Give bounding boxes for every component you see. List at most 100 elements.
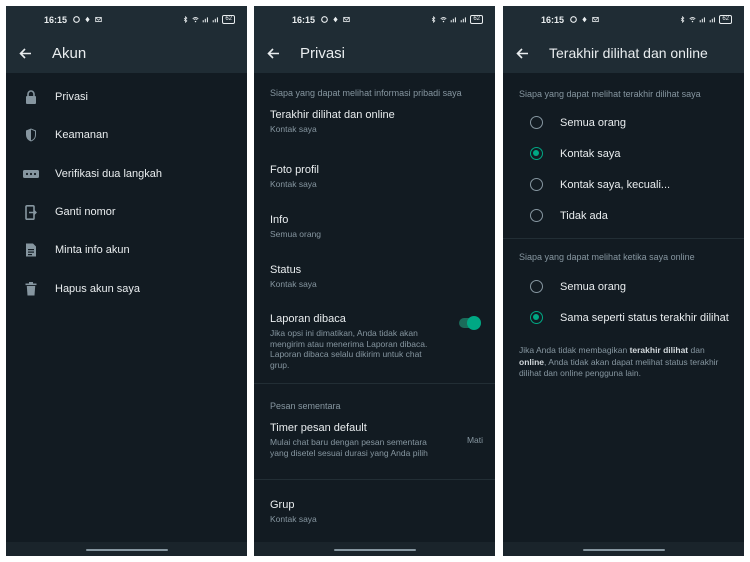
status-time: 16:15 bbox=[541, 14, 565, 25]
battery-indicator: 62 bbox=[470, 15, 483, 24]
back-arrow-icon[interactable] bbox=[19, 46, 35, 60]
home-gesture-bar[interactable] bbox=[333, 548, 416, 551]
note-bold: terakhir dilihat bbox=[629, 345, 689, 355]
item-subtitle: Kontak saya bbox=[270, 124, 317, 134]
trash-icon bbox=[23, 281, 39, 296]
signal-icon bbox=[203, 17, 209, 23]
notification-icon bbox=[85, 16, 90, 23]
battery-indicator: 62 bbox=[222, 15, 235, 24]
section-header: Siapa yang dapat melihat terakhir diliha… bbox=[519, 89, 701, 99]
privacy-item-about[interactable]: Info Semua orang bbox=[254, 207, 495, 257]
radio-option-same-as-last-seen[interactable]: Sama seperti status terakhir dilihat bbox=[503, 302, 744, 333]
radio-label: Semua orang bbox=[560, 280, 627, 293]
wifi-icon bbox=[440, 16, 447, 23]
info-note: Jika Anda tidak membagikan terakhir dili… bbox=[503, 345, 744, 380]
shield-icon bbox=[23, 128, 39, 142]
note-text: , Anda tidak akan dapat melihat status t… bbox=[519, 356, 719, 379]
notification-icon bbox=[570, 16, 577, 23]
mail-icon bbox=[343, 16, 350, 23]
item-title: Foto profil bbox=[270, 164, 319, 176]
section-header: Pesan sementara bbox=[270, 401, 341, 412]
signal-icon bbox=[451, 17, 457, 23]
privacy-item-status[interactable]: Status Kontak saya bbox=[254, 257, 495, 307]
menu-item-label: Privasi bbox=[55, 91, 89, 104]
item-subtitle: Kontak saya bbox=[270, 278, 317, 289]
privacy-item-profile-photo[interactable]: Foto profil Kontak saya bbox=[254, 157, 495, 207]
radio-option-online-everyone[interactable]: Semua orang bbox=[503, 271, 744, 302]
app-bar: Privasi bbox=[254, 33, 495, 73]
read-receipts-toggle[interactable] bbox=[459, 316, 481, 331]
menu-item-delete-account[interactable]: Hapus akun saya bbox=[6, 269, 247, 307]
dots-icon bbox=[23, 169, 39, 179]
radio-button[interactable] bbox=[530, 116, 543, 129]
back-arrow-icon[interactable] bbox=[516, 46, 532, 60]
signal-icon bbox=[700, 17, 706, 23]
section-header: Siapa yang dapat melihat informasi priba… bbox=[270, 88, 462, 98]
notification-icon bbox=[73, 16, 80, 23]
menu-item-change-number[interactable]: Ganti nomor bbox=[6, 193, 247, 231]
status-time: 16:15 bbox=[44, 14, 68, 25]
timer-value: Mati bbox=[466, 435, 483, 446]
privacy-item-read-receipts[interactable]: Laporan dibaca Jika opsi ini dimatikan, … bbox=[254, 306, 495, 383]
page-title: Akun bbox=[52, 44, 87, 62]
signal-icon bbox=[710, 17, 716, 23]
menu-item-label: Ganti nomor bbox=[55, 206, 116, 219]
radio-button-selected[interactable] bbox=[530, 147, 543, 160]
radio-button[interactable] bbox=[530, 178, 543, 191]
status-bar: 16:15 62 bbox=[6, 6, 247, 33]
note-text: dan bbox=[688, 345, 705, 355]
home-gesture-bar[interactable] bbox=[582, 548, 665, 551]
radio-option-nobody[interactable]: Tidak ada bbox=[503, 200, 744, 231]
page-title: Terakhir dilihat dan online bbox=[549, 45, 708, 61]
radio-option-contacts-except[interactable]: Kontak saya, kecuali... bbox=[503, 169, 744, 200]
note-bold: online bbox=[519, 356, 545, 367]
nav-bar bbox=[503, 542, 744, 556]
last-seen-screen: 16:15 62 Terakhir dilihat dan online Sia… bbox=[503, 6, 744, 556]
mail-icon bbox=[95, 16, 102, 23]
status-time: 16:15 bbox=[292, 14, 316, 25]
nav-bar bbox=[254, 542, 495, 556]
radio-label: Kontak saya bbox=[560, 147, 621, 160]
page-title: Privasi bbox=[300, 44, 346, 62]
privacy-item-last-seen[interactable]: Terakhir dilihat dan online Kontak saya bbox=[254, 107, 495, 157]
radio-button[interactable] bbox=[530, 280, 543, 293]
radio-button-selected[interactable] bbox=[530, 311, 543, 324]
menu-item-privacy[interactable]: Privasi bbox=[6, 78, 247, 116]
home-gesture-bar[interactable] bbox=[85, 548, 168, 551]
item-subtitle: Kontak saya bbox=[270, 514, 317, 525]
radio-label: Sama seperti status terakhir dilihat bbox=[560, 311, 729, 324]
section-header: Siapa yang dapat melihat ketika saya onl… bbox=[519, 252, 695, 262]
bluetooth-icon bbox=[184, 16, 188, 23]
status-bar: 16:15 62 bbox=[503, 6, 744, 33]
radio-button[interactable] bbox=[530, 209, 543, 222]
menu-item-security[interactable]: Keamanan bbox=[6, 116, 247, 154]
note-text: Jika Anda tidak membagikan bbox=[519, 345, 630, 355]
menu-item-two-step[interactable]: Verifikasi dua langkah bbox=[6, 155, 247, 193]
item-title: Laporan dibaca bbox=[270, 313, 346, 326]
signal-icon bbox=[461, 17, 467, 23]
item-subtitle: Kontak saya bbox=[270, 179, 317, 189]
notification-icon bbox=[333, 16, 338, 23]
menu-item-request-info[interactable]: Minta info akun bbox=[6, 231, 247, 269]
wifi-icon bbox=[689, 16, 696, 23]
mail-icon bbox=[592, 16, 599, 23]
item-title: Status bbox=[270, 263, 302, 276]
item-subtitle: Jika opsi ini dimatikan, Anda tidak akan… bbox=[270, 328, 428, 370]
privacy-item-groups[interactable]: Grup Kontak saya bbox=[254, 480, 495, 530]
menu-item-label: Hapus akun saya bbox=[55, 282, 140, 295]
item-title: Info bbox=[270, 213, 289, 226]
nav-bar bbox=[6, 542, 247, 556]
back-arrow-icon[interactable] bbox=[267, 46, 283, 60]
account-menu: Privasi Keamanan Verifikasi dua langkah … bbox=[6, 73, 247, 308]
privacy-item-default-timer[interactable]: Timer pesan default Mulai chat baru deng… bbox=[254, 422, 495, 479]
menu-item-label: Keamanan bbox=[55, 129, 109, 142]
radio-option-everyone[interactable]: Semua orang bbox=[503, 107, 744, 138]
account-screen: 16:15 62 Akun Privasi Keamanan Verifikas… bbox=[6, 6, 247, 556]
lock-icon bbox=[23, 90, 39, 105]
radio-option-my-contacts[interactable]: Kontak saya bbox=[503, 138, 744, 169]
radio-label: Semua orang bbox=[560, 116, 627, 129]
battery-indicator: 62 bbox=[719, 15, 732, 24]
item-title: Timer pesan default bbox=[270, 422, 367, 435]
notification-icon bbox=[321, 16, 328, 23]
document-icon bbox=[23, 243, 39, 257]
